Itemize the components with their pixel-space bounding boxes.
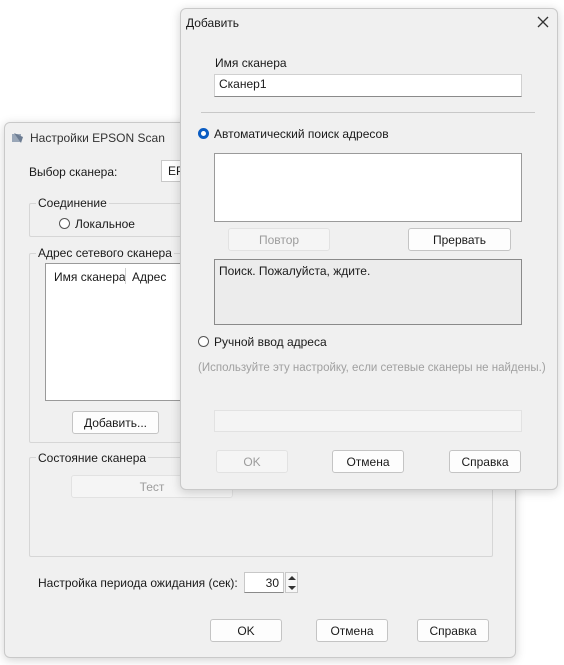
retry-button[interactable]: Повтор xyxy=(228,228,330,251)
add-dialog-title: Добавить xyxy=(186,16,240,30)
separator xyxy=(201,112,535,113)
dialog-cancel-button[interactable]: Отмена xyxy=(332,450,404,473)
manual-address-label[interactable]: Ручной ввод адреса xyxy=(214,335,327,349)
connection-local-radio[interactable] xyxy=(59,218,70,229)
main-cancel-button[interactable]: Отмена xyxy=(316,619,388,642)
manual-address-input[interactable] xyxy=(214,410,522,432)
spin-down-icon[interactable] xyxy=(288,585,296,591)
manual-address-radio[interactable] xyxy=(198,336,209,347)
epson-scan-app-icon xyxy=(12,133,23,143)
auto-search-label[interactable]: Автоматический поиск адресов xyxy=(214,127,389,141)
timeout-spin-buttons[interactable] xyxy=(285,572,298,593)
stop-button[interactable]: Прервать xyxy=(408,228,511,251)
close-icon[interactable] xyxy=(537,16,549,28)
found-scanners-list[interactable] xyxy=(214,153,522,222)
scanner-status-label: Состояние сканера xyxy=(36,451,149,465)
column-header-scanner-name[interactable]: Имя сканера xyxy=(54,270,126,284)
scanner-name-input[interactable]: Сканер1 xyxy=(214,74,522,97)
timeout-value: 30 xyxy=(265,576,279,590)
column-header-address[interactable]: Адрес xyxy=(132,270,166,284)
auto-search-radio[interactable] xyxy=(198,128,209,139)
address-group-label: Адрес сетевого сканера xyxy=(36,246,174,260)
scanner-select-label: Выбор сканера: xyxy=(29,165,118,179)
timeout-label: Настройка периода ожидания (сек): xyxy=(38,576,238,590)
main-help-button[interactable]: Справка xyxy=(417,619,489,642)
network-scanner-list[interactable]: Имя сканера Адрес xyxy=(45,263,185,401)
dialog-help-button[interactable]: Справка xyxy=(449,450,521,473)
search-status-box: Поиск. Пожалуйста, ждите. xyxy=(214,259,522,325)
spin-up-icon[interactable] xyxy=(288,575,296,581)
scanner-name-label: Имя сканера xyxy=(215,56,287,70)
manual-address-hint: (Используйте эту настройку, если сетевые… xyxy=(198,362,546,374)
column-divider xyxy=(125,268,126,284)
search-status-text: Поиск. Пожалуйста, ждите. xyxy=(219,264,371,278)
connection-local-label[interactable]: Локальное xyxy=(75,217,135,231)
timeout-spinbox[interactable]: 30 xyxy=(244,572,284,593)
main-ok-button[interactable]: OK xyxy=(210,619,282,642)
add-scanner-dialog: Добавить Имя сканера Сканер1 Автоматичес… xyxy=(180,8,558,490)
dialog-ok-button[interactable]: OK xyxy=(216,450,288,473)
main-window-title: Настройки EPSON Scan xyxy=(30,131,165,145)
add-button[interactable]: Добавить... xyxy=(72,411,159,434)
scanner-name-value: Сканер1 xyxy=(219,77,267,91)
connection-group-label: Соединение xyxy=(36,196,109,210)
